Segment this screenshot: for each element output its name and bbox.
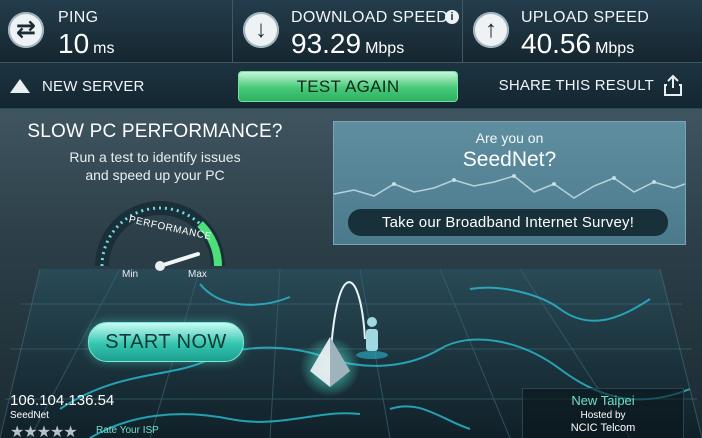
isp-rating-stars[interactable]: ★★★★★	[10, 422, 78, 438]
ping-value: 10 ms	[58, 28, 114, 60]
upload-number: 40.56	[521, 28, 592, 59]
ad-line-1: Run a test to identify issues	[69, 149, 241, 165]
hosted-by-label: Hosted by	[580, 410, 626, 421]
new-server-button[interactable]: NEW SERVER	[10, 75, 145, 97]
survey-button[interactable]: Take our Broadband Internet Survey!	[348, 209, 668, 236]
client-info: 106.104.136.54 SeedNet ★★★★★ Rate Your I…	[6, 388, 170, 438]
gauge-max-label: Max	[188, 269, 207, 280]
server-city: New Taipei	[571, 393, 635, 408]
upload-arrow-icon: ↑	[473, 12, 509, 48]
ping-unit: ms	[93, 40, 115, 57]
server-info: New Taipei Hosted by NCIC Telcom	[522, 388, 684, 438]
download-unit: Mbps	[365, 40, 405, 57]
upload-label: UPLOAD SPEED	[521, 9, 650, 26]
start-now-button[interactable]: START NOW	[88, 322, 244, 362]
survey-isp-name: SeedNet?	[462, 148, 557, 171]
new-server-label: NEW SERVER	[42, 77, 145, 95]
server-sponsor: NCIC Telcom	[570, 422, 636, 434]
rate-isp-link[interactable]: Rate Your ISP	[96, 425, 159, 436]
result-scene: SLOW PC PERFORMANCE? Run a test to ident…	[0, 109, 702, 438]
ping-arrows-icon: ⇄	[8, 12, 44, 48]
upload-metric: ↑ UPLOAD SPEED 40.56 Mbps	[462, 0, 702, 62]
ping-number: 10	[58, 28, 90, 59]
action-bar: NEW SERVER TEST AGAIN SHARE THIS RESULT	[0, 63, 702, 109]
pyramid-icon	[10, 79, 30, 93]
gauge-min-label: Min	[122, 269, 139, 280]
ping-label: PING	[58, 9, 99, 26]
download-metric: ↓ DOWNLOAD SPEED i 93.29 Mbps	[232, 0, 461, 62]
ping-metric: ⇄ PING 10 ms	[0, 0, 230, 62]
test-again-button[interactable]: TEST AGAIN	[238, 71, 458, 102]
isp-survey-panel: Are you on SeedNet? Take our Broadband I…	[333, 121, 686, 245]
share-result-button[interactable]: SHARE THIS RESULT	[499, 74, 682, 96]
results-bar: ⇄ PING 10 ms ↓ DOWNLOAD SPEED i 93.29 Mbps…	[0, 0, 702, 63]
survey-question: Are you on	[475, 130, 544, 146]
share-label: SHARE THIS RESULT	[498, 76, 654, 94]
download-arrow-icon: ↓	[243, 12, 279, 48]
download-label: DOWNLOAD SPEED	[291, 9, 449, 26]
download-value: 93.29 Mbps	[291, 28, 404, 60]
ad-title: SLOW PC PERFORMANCE?	[27, 121, 283, 142]
upload-unit: Mbps	[595, 40, 635, 57]
info-icon[interactable]: i	[445, 10, 459, 24]
upload-value: 40.56 Mbps	[521, 28, 634, 60]
client-ip: 106.104.136.54	[10, 392, 115, 409]
share-icon	[664, 74, 682, 96]
ad-line-2: and speed up your PC	[85, 167, 225, 183]
download-number: 93.29	[291, 28, 362, 59]
client-isp: SeedNet	[10, 410, 49, 421]
